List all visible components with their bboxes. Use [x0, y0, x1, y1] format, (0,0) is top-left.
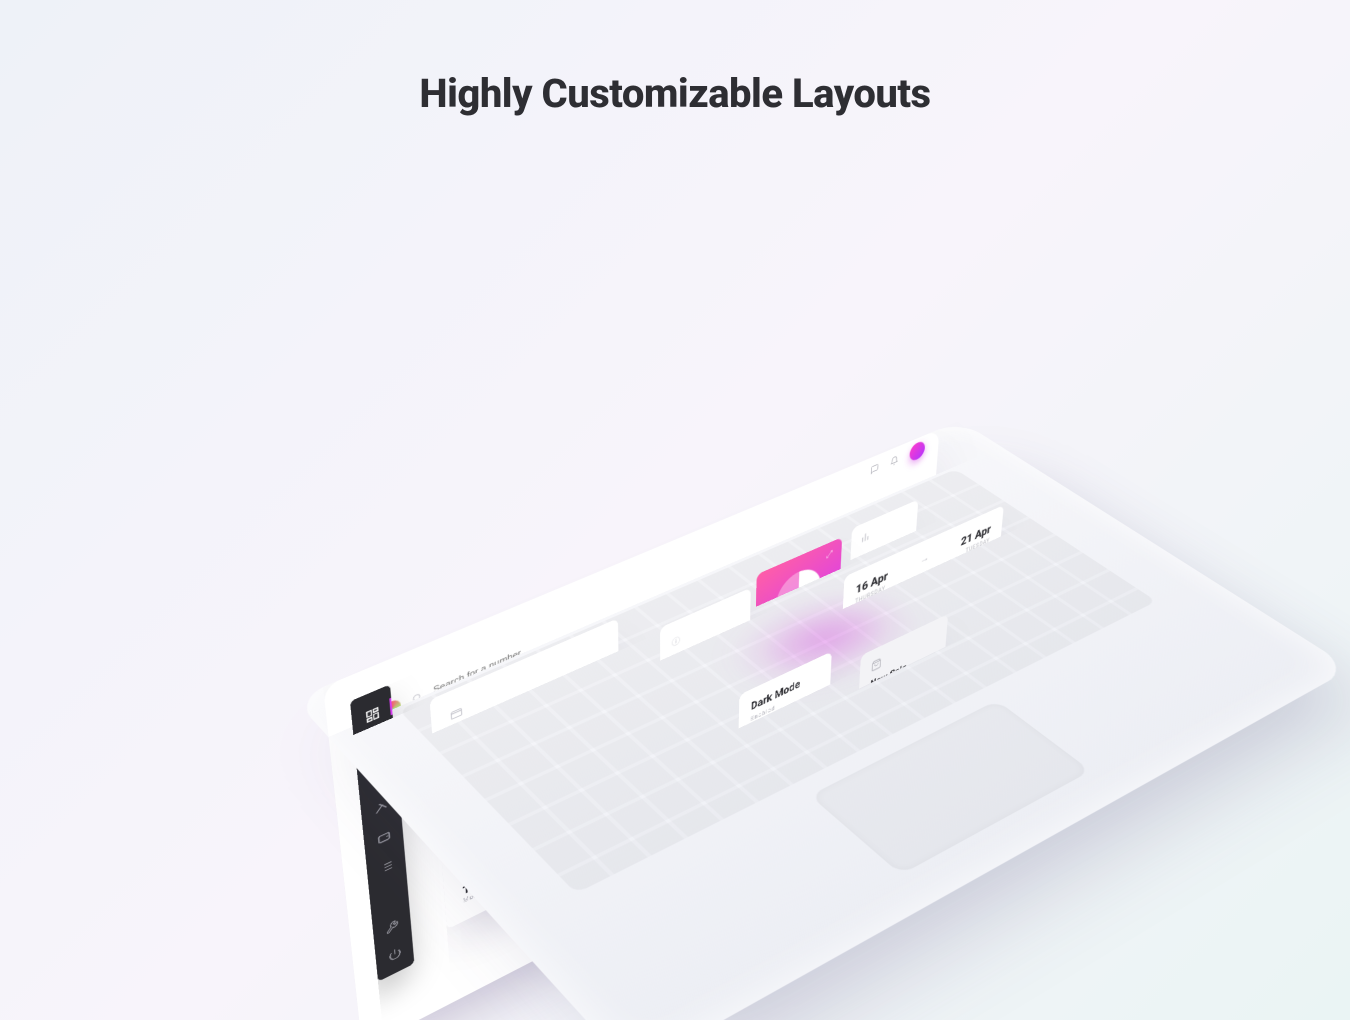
accent-glow	[721, 583, 928, 698]
laptop-scene: What's new ⤢	[125, 211, 1225, 911]
sidebar-item-settings[interactable]	[384, 917, 399, 936]
hero-title: Highly Customizable Layouts	[0, 70, 1350, 117]
sidebar-item-list[interactable]	[379, 857, 395, 876]
sidebar-item-power[interactable]	[387, 945, 402, 963]
sidebar-item-wallet[interactable]	[376, 828, 392, 847]
trackpad	[810, 700, 1091, 874]
